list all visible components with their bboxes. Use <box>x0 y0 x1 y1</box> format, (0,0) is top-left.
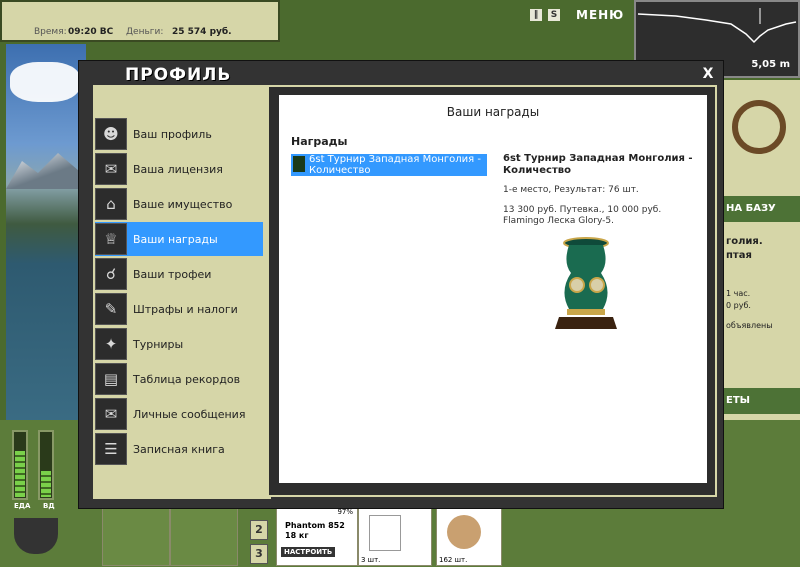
content-frame: Ваши награды Награды 6st Турнир Западная… <box>267 85 717 497</box>
bait-icon <box>447 515 481 549</box>
info-line: объявлены <box>726 321 773 330</box>
sidebar-item-label: Таблица рекордов <box>133 372 241 386</box>
basket-slot[interactable] <box>102 508 170 566</box>
close-icon[interactable]: X <box>701 67 715 81</box>
sidebar-item-fines[interactable]: ✎ Штрафы и налоги <box>95 292 263 326</box>
sidebar-item-label: Личные сообщения <box>133 407 246 421</box>
profile-dialog: ПРОФИЛЬ X ☻ Ваш профиль ✉ Ваша лицензия … <box>78 60 724 509</box>
money-value: 25 574 руб. <box>172 27 232 37</box>
sidebar-item-label: Ваше имущество <box>133 197 233 211</box>
sidebar-item-records[interactable]: ▤ Таблица рекордов <box>95 362 263 396</box>
go-to-base-button[interactable]: НА БАЗУ <box>722 196 800 222</box>
status-bar: Время: 09:20 ВС Деньги: 25 574 руб. <box>0 0 280 42</box>
vd-gauge <box>38 430 54 500</box>
envelope-icon: ✉ <box>95 398 127 430</box>
award-vase-image <box>555 237 617 329</box>
food-gauge <box>12 430 28 500</box>
info-line: 0 руб. <box>726 301 751 310</box>
sidebar-item-label: Ваши награды <box>133 232 218 246</box>
award-detail-prize: 13 300 руб. Путевка., 10 000 руб. Flamin… <box>503 205 662 226</box>
bait-slot[interactable]: 162 шт. <box>436 506 502 566</box>
people-icon: ☻ <box>95 118 127 150</box>
menu-button[interactable]: МЕНЮ <box>576 8 624 22</box>
sidebar-item-label: Штрафы и налоги <box>133 302 238 316</box>
top-nav: ‖ S МЕНЮ <box>530 4 624 26</box>
info-line: птая <box>726 250 752 261</box>
sidebar-item-label: Ваша лицензия <box>133 162 223 176</box>
vd-gauge-fill <box>41 470 51 497</box>
sidebar-item-label: Ваш профиль <box>133 127 212 141</box>
food-gauge-label: ЕДА <box>14 502 31 510</box>
sidebar-item-trophies[interactable]: ☌ Ваши трофеи <box>95 257 263 291</box>
pot-icon[interactable] <box>14 518 58 554</box>
cloud <box>10 62 80 102</box>
time-label: Время: <box>34 27 67 37</box>
profile-sidebar: ☻ Ваш профиль ✉ Ваша лицензия ⌂ Ваше иму… <box>93 85 271 499</box>
bait-count: 162 шт. <box>439 556 468 564</box>
trophy-icon: ♕ <box>95 223 127 255</box>
award-icon <box>293 156 305 172</box>
info-line: 1 час. <box>726 289 751 298</box>
sidebar-item-label: Ваши трофеи <box>133 267 212 281</box>
awards-content: Ваши награды Награды 6st Турнир Западная… <box>279 95 707 483</box>
house-icon: ⌂ <box>95 188 127 220</box>
hook-icon <box>369 515 401 551</box>
ship-wheel-icon <box>732 100 786 154</box>
slot-number-2[interactable]: 2 <box>250 520 268 540</box>
slot-number-3[interactable]: 3 <box>250 544 268 564</box>
license-icon: ✉ <box>95 153 127 185</box>
hook-count: 3 шт. <box>361 556 381 564</box>
records-icon: ▤ <box>95 363 127 395</box>
fine-icon: ✎ <box>95 293 127 325</box>
bottom-bar-button[interactable]: ЕТЫ <box>722 388 800 414</box>
speed-button[interactable]: S <box>548 9 560 21</box>
setup-button[interactable]: НАСТРОИТЬ <box>281 547 336 557</box>
food-gauge-fill <box>15 450 25 497</box>
sidebar-item-label: Записная книга <box>133 442 225 456</box>
money-label: Деньги: <box>126 27 164 37</box>
award-list-item[interactable]: 6st Турнир Западная Монголия - Количеств… <box>291 154 487 176</box>
sidebar-item-profile[interactable]: ☻ Ваш профиль <box>95 117 263 151</box>
notebook-icon: ☰ <box>95 433 127 465</box>
sidebar-item-property[interactable]: ⌂ Ваше имущество <box>95 187 263 221</box>
award-item-label: 6st Турнир Западная Монголия - Количеств… <box>309 154 481 176</box>
bucket-slot[interactable] <box>170 508 238 566</box>
rod-name: Phantom 852 <box>285 521 345 530</box>
rod-durability: 97% <box>337 508 353 516</box>
sidebar-item-license[interactable]: ✉ Ваша лицензия <box>95 152 263 186</box>
tournament-icon: ✦ <box>95 328 127 360</box>
sidebar-item-awards[interactable]: ♕ Ваши награды <box>95 222 263 256</box>
dialog-title: ПРОФИЛЬ <box>125 65 232 85</box>
vd-gauge-label: ВД <box>43 502 55 510</box>
info-line: голия. <box>726 236 763 247</box>
depth-value: 5,05 m <box>751 59 790 70</box>
sidebar-item-notebook[interactable]: ☰ Записная книга <box>95 432 263 466</box>
fish-trophy-icon: ☌ <box>95 258 127 290</box>
hook-slot[interactable]: 3 шт. <box>358 506 432 566</box>
rod-slot[interactable]: 97% Phantom 852 18 кг НАСТРОИТЬ <box>276 506 358 566</box>
awards-header: Награды <box>291 135 348 148</box>
sidebar-item-label: Турниры <box>133 337 184 351</box>
sidebar-item-tournaments[interactable]: ✦ Турниры <box>95 327 263 361</box>
rod-weight: 18 кг <box>285 531 309 540</box>
award-detail-title: 6st Турнир Западная Монголия - Количеств… <box>503 153 693 176</box>
award-detail-place: 1-е место, Результат: 76 шт. <box>503 185 639 195</box>
sidebar-item-messages[interactable]: ✉ Личные сообщения <box>95 397 263 431</box>
mountains <box>6 153 86 189</box>
content-title: Ваши награды <box>446 105 540 119</box>
lake-scenery <box>6 44 86 444</box>
pause-icon[interactable]: ‖ <box>530 9 542 21</box>
time-value: 09:20 ВС <box>68 27 114 37</box>
